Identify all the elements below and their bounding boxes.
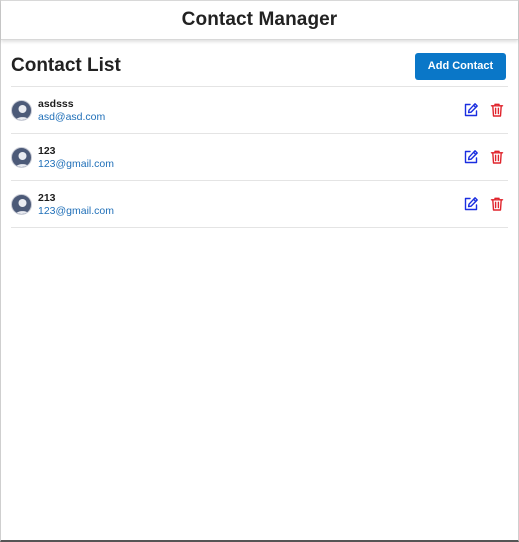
contact-name: asdsss — [38, 97, 74, 110]
contact-row: 213 123@gmail.com — [11, 181, 508, 228]
avatar-icon — [11, 99, 32, 121]
contact-actions — [463, 196, 505, 212]
contact-email[interactable]: 123@gmail.com — [38, 158, 114, 170]
contact-info: 213 123@gmail.com — [38, 192, 114, 217]
app-header: Contact Manager — [1, 0, 518, 40]
list-header: Contact List Add Contact — [11, 52, 506, 80]
trash-icon[interactable] — [489, 149, 505, 165]
contact-email[interactable]: asd@asd.com — [38, 111, 105, 123]
add-contact-button[interactable]: Add Contact — [415, 52, 506, 80]
contact-actions — [463, 102, 505, 118]
contact-list: asdsss asd@asd.com 123 123@gmail.com 213… — [11, 86, 508, 228]
contact-name: 123 — [38, 144, 56, 157]
edit-icon[interactable] — [463, 102, 479, 118]
avatar-icon — [11, 193, 32, 215]
edit-icon[interactable] — [463, 196, 479, 212]
trash-icon[interactable] — [489, 102, 505, 118]
contact-row: asdsss asd@asd.com — [11, 87, 508, 134]
app-window: Contact Manager Contact List Add Contact… — [0, 0, 519, 542]
page-title: Contact List — [11, 55, 121, 76]
contact-info: asdsss asd@asd.com — [38, 98, 105, 123]
avatar-icon — [11, 146, 32, 168]
contact-row: 123 123@gmail.com — [11, 134, 508, 181]
trash-icon[interactable] — [489, 196, 505, 212]
contact-email[interactable]: 123@gmail.com — [38, 205, 114, 217]
edit-icon[interactable] — [463, 149, 479, 165]
contact-name: 213 — [38, 191, 56, 204]
contact-info: 123 123@gmail.com — [38, 145, 114, 170]
app-title: Contact Manager — [181, 9, 338, 30]
contact-actions — [463, 149, 505, 165]
